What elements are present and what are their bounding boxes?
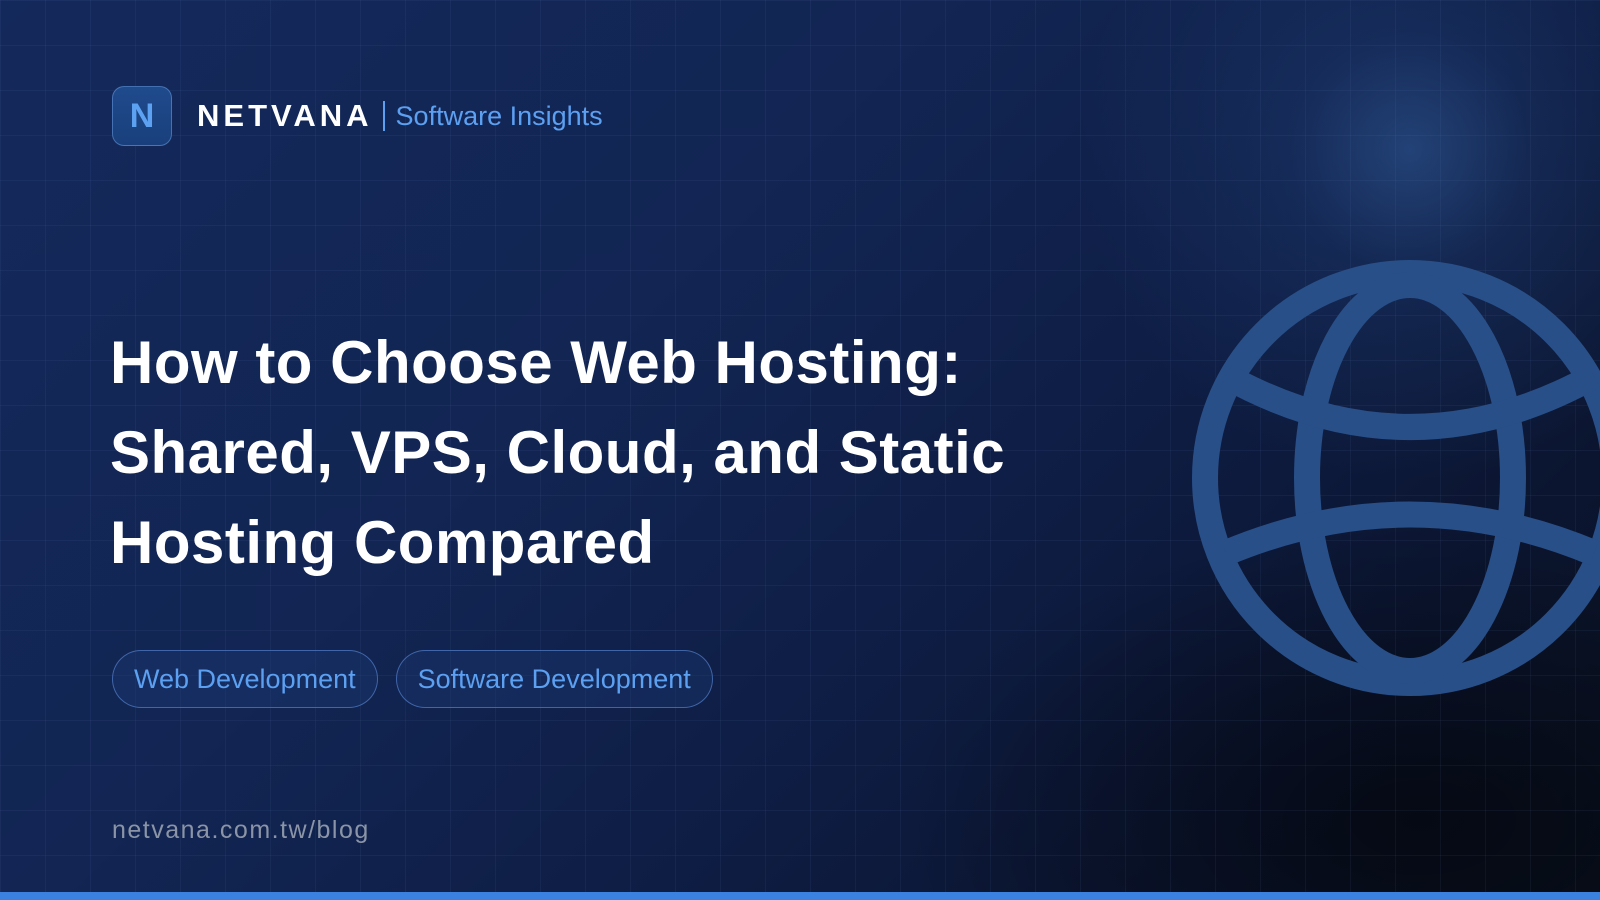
site-url: netvana.com.tw/blog [112,816,370,844]
category-tags: Web Development Software Development [112,650,713,708]
brand-tagline: Software Insights [395,100,603,131]
globe-icon [1192,260,1600,696]
article-title: How to Choose Web Hosting: Shared, VPS, … [110,318,1150,588]
title-line: Shared, VPS, Cloud, and Static [110,419,1006,486]
brand-name: NETVANA [197,98,373,133]
brand-separator [382,101,385,131]
title-line: Hosting Compared [110,509,655,576]
brand-logo: N [112,86,172,146]
bottom-accent-bar [0,892,1600,900]
blog-cover-card: N NETVANA Software Insights How to Choos… [0,0,1600,900]
title-line: How to Choose Web Hosting: [110,329,962,396]
tag-web-development: Web Development [112,650,378,708]
tag-software-development: Software Development [395,650,713,708]
brand-header: N NETVANA Software Insights [112,85,603,147]
